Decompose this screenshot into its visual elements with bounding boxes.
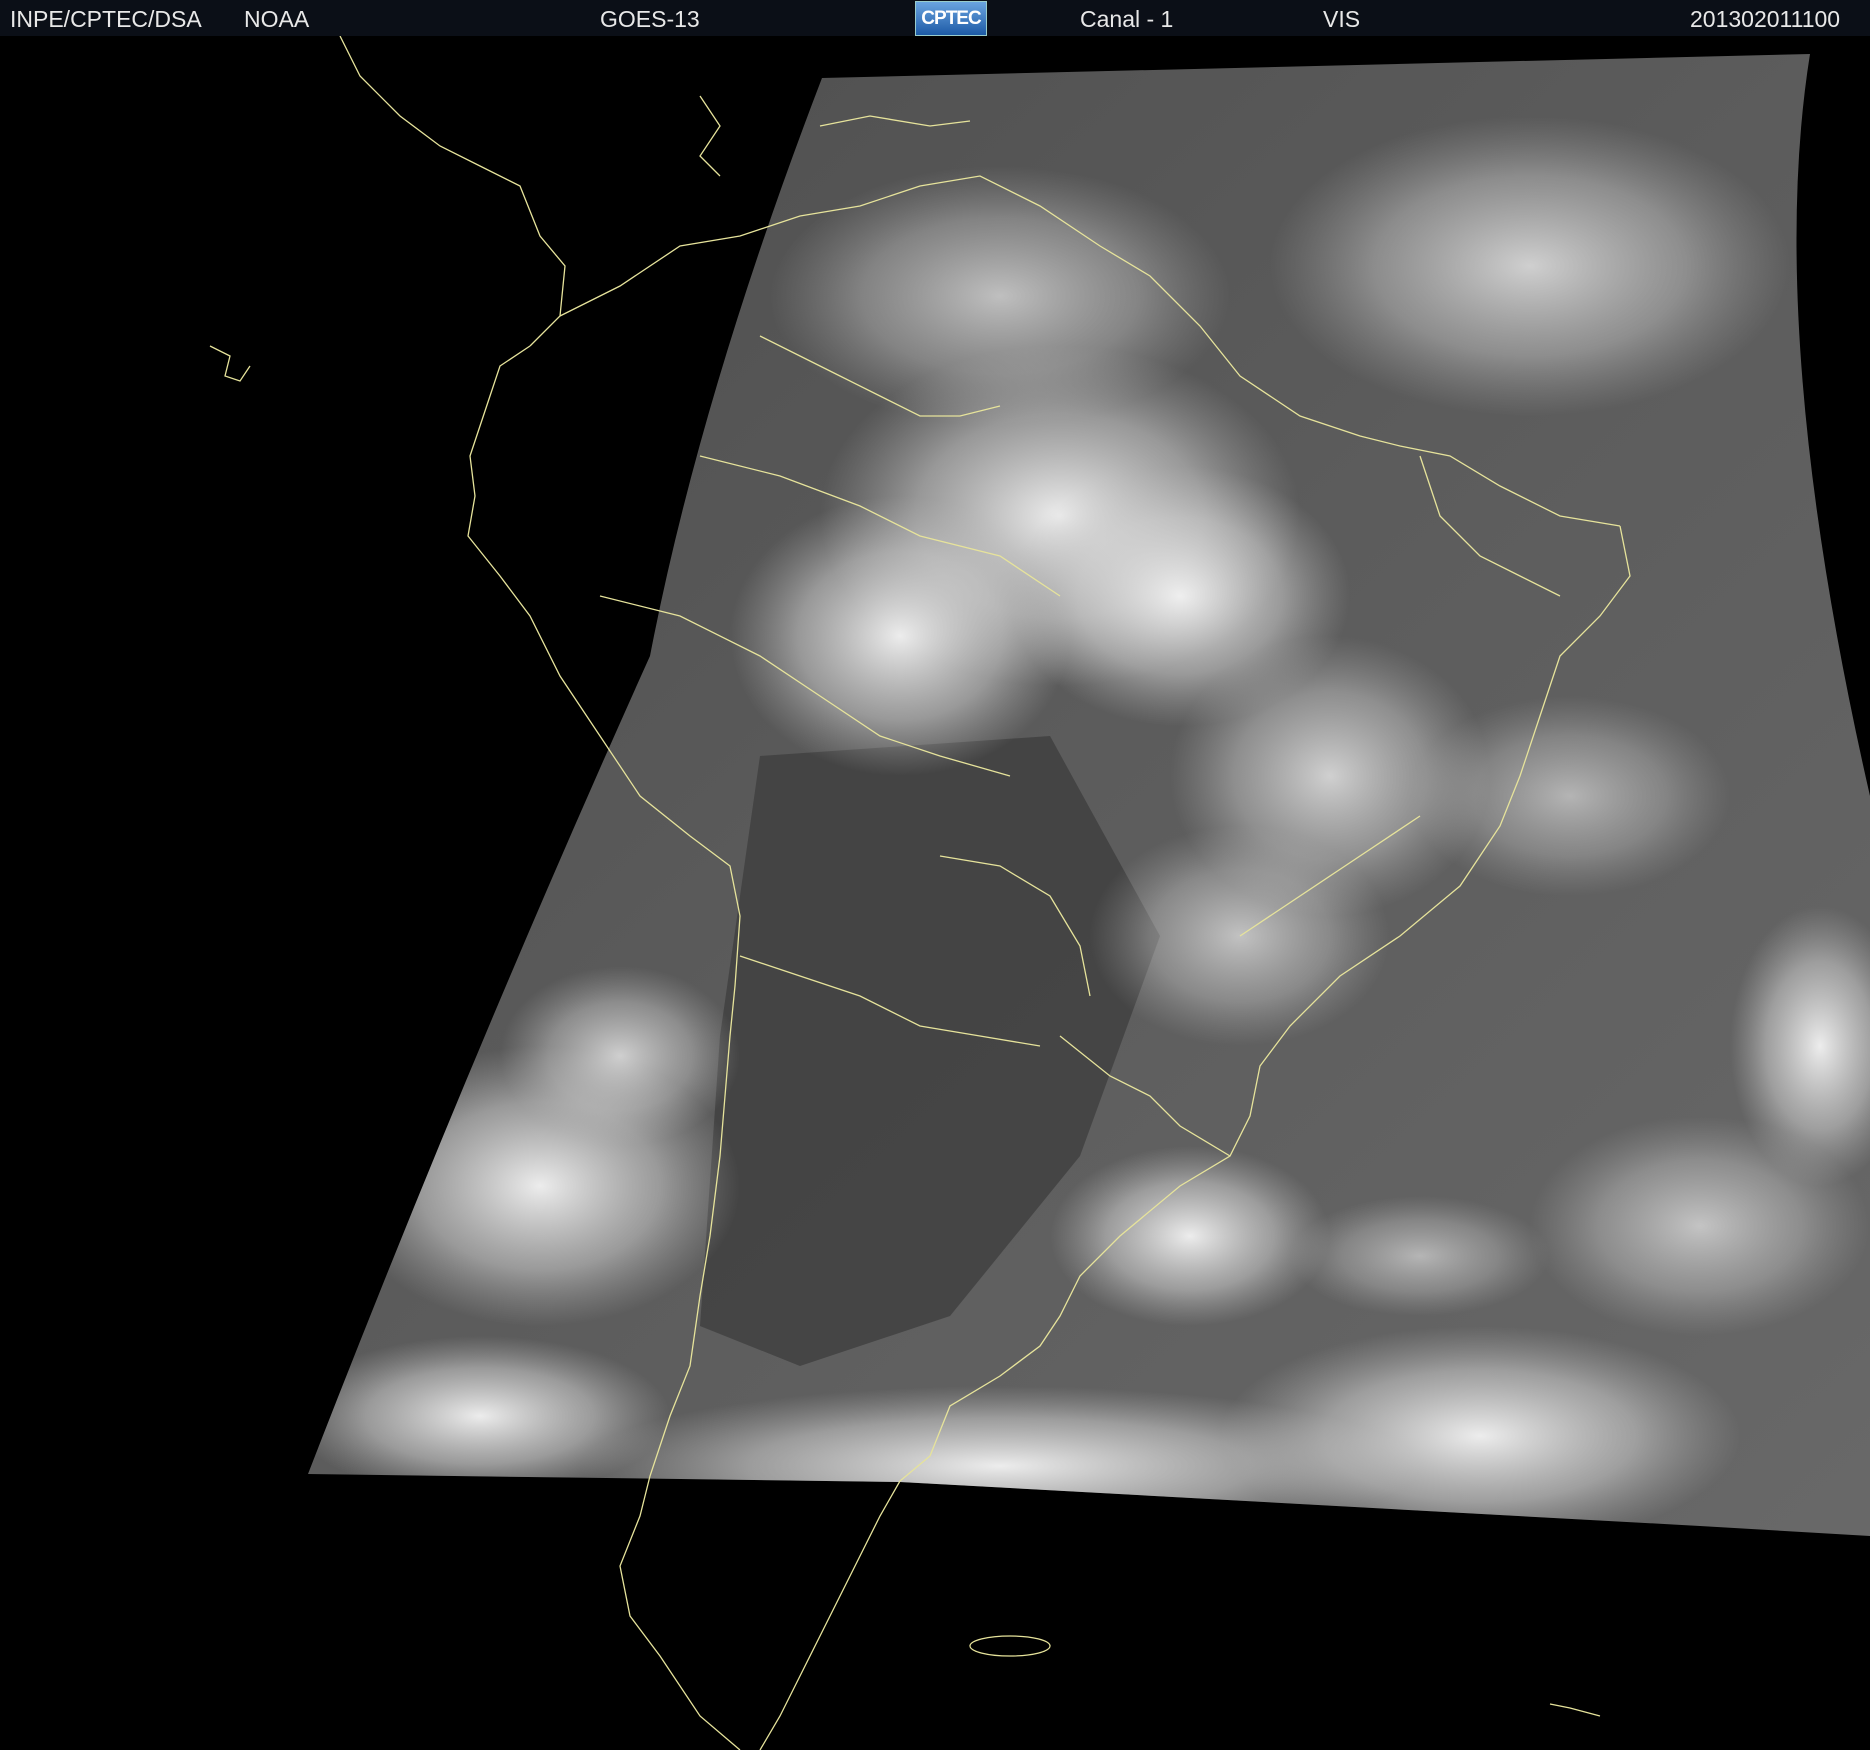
agency-label: INPE/CPTEC/DSA [10, 6, 202, 32]
cptec-logo: CPTEC [915, 1, 987, 36]
satellite-label: GOES-13 [600, 6, 700, 32]
band-label: VIS [1323, 6, 1361, 32]
satellite-map [209, 36, 1870, 1750]
header-bar: INPE/CPTEC/DSA NOAA GOES-13 CPTEC Canal … [0, 0, 1870, 36]
channel-label: Canal - 1 [1080, 6, 1174, 32]
timestamp-label: 201302011100 [1690, 6, 1841, 32]
partner-label: NOAA [244, 6, 310, 32]
imagery-swath [308, 54, 1870, 1536]
